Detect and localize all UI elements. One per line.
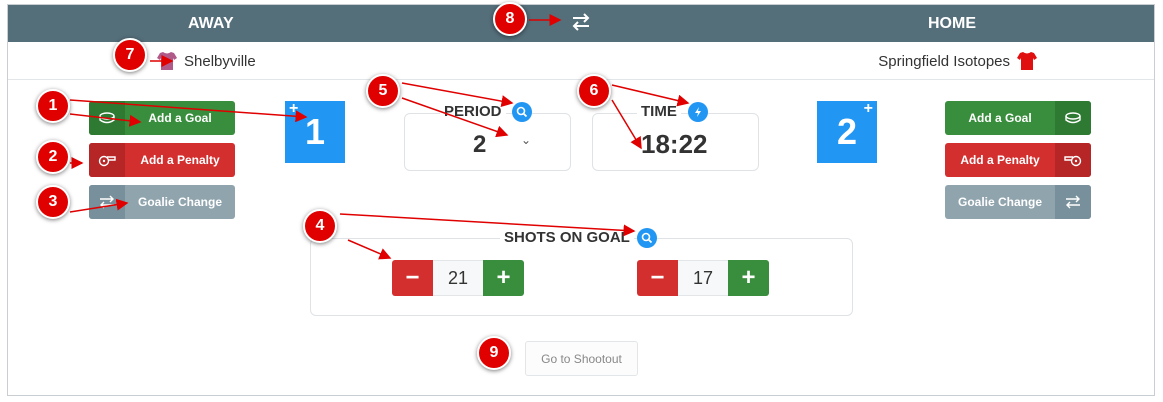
home-shots-minus-button[interactable]: − bbox=[637, 260, 678, 296]
jersey-icon bbox=[156, 50, 178, 72]
home-shots-stepper[interactable]: − 17 + bbox=[637, 260, 769, 296]
home-goalie-change-button[interactable]: Goalie Change bbox=[945, 185, 1091, 219]
away-header-label: AWAY bbox=[188, 15, 234, 32]
team-names-row: Shelbyville Springfield Isotopes bbox=[8, 42, 1154, 80]
time-value: 18:22 bbox=[641, 129, 708, 159]
away-shots-plus-button[interactable]: + bbox=[483, 260, 524, 296]
search-icon[interactable] bbox=[512, 102, 532, 122]
home-score-plus[interactable]: + bbox=[864, 101, 873, 117]
callout-marker: 1 bbox=[36, 89, 70, 123]
away-goalie-change-label: Goalie Change bbox=[137, 195, 223, 209]
home-team-name: Springfield Isotopes bbox=[878, 52, 1010, 70]
away-shots-stepper[interactable]: − 21 + bbox=[392, 260, 524, 296]
home-goalie-change-label: Goalie Change bbox=[957, 195, 1043, 209]
away-team-name: Shelbyville bbox=[184, 52, 256, 70]
period-box bbox=[404, 113, 571, 171]
search-icon[interactable] bbox=[637, 228, 657, 248]
callout-marker: 3 bbox=[36, 185, 70, 219]
period-value: 2 bbox=[473, 131, 487, 158]
callout-marker: 9 bbox=[477, 336, 511, 370]
home-add-goal-button[interactable]: Add a Goal bbox=[945, 101, 1091, 135]
whistle-icon bbox=[1055, 143, 1091, 177]
away-add-penalty-label: Add a Penalty bbox=[140, 153, 220, 167]
period-label: PERIOD bbox=[440, 103, 506, 120]
away-team: Shelbyville bbox=[156, 50, 256, 72]
swap-arrows-icon bbox=[1055, 185, 1091, 219]
teams-header: AWAY HOME bbox=[8, 5, 1154, 42]
callout-marker: 7 bbox=[113, 38, 147, 72]
home-team: Springfield Isotopes bbox=[878, 50, 1038, 72]
home-score-value: 2 bbox=[836, 111, 858, 152]
home-add-penalty-label: Add a Penalty bbox=[960, 153, 1040, 167]
away-add-goal-button[interactable]: Add a Goal bbox=[89, 101, 235, 135]
swap-arrows-icon bbox=[89, 185, 125, 219]
shots-label: SHOTS ON GOAL bbox=[500, 229, 634, 246]
home-add-goal-label: Add a Goal bbox=[968, 111, 1032, 125]
lightning-icon[interactable] bbox=[688, 102, 708, 122]
callout-marker: 8 bbox=[493, 2, 527, 36]
go-to-shootout-button[interactable]: Go to Shootout bbox=[525, 341, 638, 376]
away-shots-value[interactable]: 21 bbox=[433, 260, 483, 296]
callout-marker: 6 bbox=[577, 74, 611, 108]
game-panel: AWAY HOME Shelbyville Springfield Isotop… bbox=[7, 4, 1155, 396]
away-shots-minus-button[interactable]: − bbox=[392, 260, 433, 296]
callout-marker: 4 bbox=[303, 209, 337, 243]
away-score-plus[interactable]: + bbox=[289, 101, 298, 117]
callout-marker: 5 bbox=[366, 74, 400, 108]
puck-icon bbox=[1055, 101, 1091, 135]
callout-marker: 2 bbox=[36, 140, 70, 174]
home-score-tile[interactable]: + 2 bbox=[817, 101, 877, 163]
home-shots-value[interactable]: 17 bbox=[678, 260, 728, 296]
whistle-icon bbox=[89, 143, 125, 177]
swap-arrows-icon[interactable] bbox=[570, 13, 592, 31]
time-label: TIME bbox=[637, 103, 681, 120]
away-score-value: 1 bbox=[304, 111, 326, 152]
away-add-goal-label: Add a Goal bbox=[148, 111, 212, 125]
puck-icon bbox=[89, 101, 125, 135]
home-add-penalty-button[interactable]: Add a Penalty bbox=[945, 143, 1091, 177]
away-goalie-change-button[interactable]: Goalie Change bbox=[89, 185, 235, 219]
home-header-label: HOME bbox=[928, 15, 976, 32]
away-add-penalty-button[interactable]: Add a Penalty bbox=[89, 143, 235, 177]
chevron-down-icon[interactable]: ⌄ bbox=[521, 133, 531, 147]
away-score-tile[interactable]: + 1 bbox=[285, 101, 345, 163]
jersey-icon bbox=[1016, 50, 1038, 72]
home-shots-plus-button[interactable]: + bbox=[728, 260, 769, 296]
